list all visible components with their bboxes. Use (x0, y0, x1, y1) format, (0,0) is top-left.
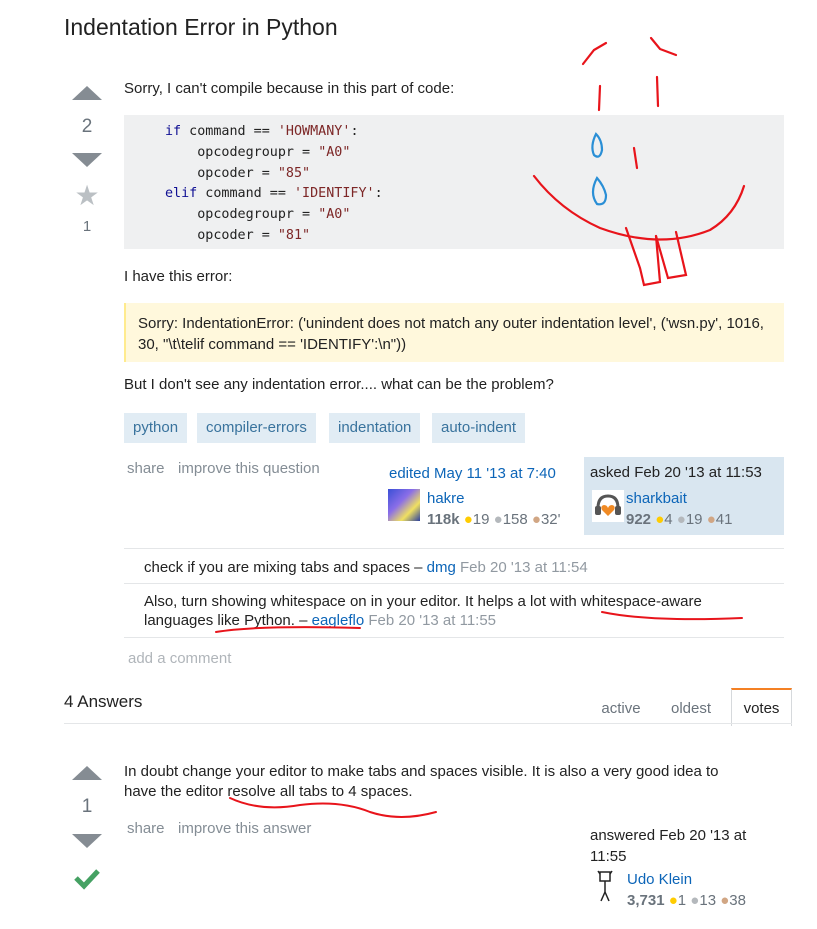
question-closing: But I don't see any indentation error...… (124, 376, 554, 393)
answered-timestamp-line1[interactable]: answered Feb 20 '13 at (590, 825, 746, 846)
comment-divider (124, 583, 784, 584)
tab-votes-label: votes (743, 700, 780, 717)
improve-answer-link[interactable]: improve this answer (178, 820, 311, 837)
tag-indentation[interactable]: indentation (329, 413, 421, 443)
comment-item: check if you are mixing tabs and spaces … (144, 558, 588, 577)
comment-date[interactable]: Feb 20 '13 at 11:55 (368, 612, 496, 629)
bronze-badge-icon: ● (706, 511, 716, 528)
asked-timestamp[interactable]: asked Feb 20 '13 at 11:53 (590, 464, 762, 481)
editor-avatar[interactable] (388, 489, 420, 521)
editor-name[interactable]: hakre (427, 490, 465, 507)
comment-user[interactable]: eagleflo (312, 612, 365, 629)
drawn-eyebrow-left (581, 41, 608, 66)
answerer-gold-count: 1 (677, 892, 687, 909)
answer-share-link[interactable]: share (127, 820, 165, 837)
editor-rep: 118k ●19 ●158 ●32' (427, 511, 561, 528)
answers-count-heading: 4 Answers (64, 692, 143, 711)
gold-badge-icon: ● (655, 511, 665, 528)
tab-votes-selected[interactable]: votes (731, 688, 792, 726)
asker-rep: 922 ●4 ●19 ●41 (626, 511, 732, 528)
bronze-badge-icon: ● (720, 892, 730, 909)
tag-compiler-errors[interactable]: compiler-errors (197, 413, 316, 443)
comment-item: Also, turn showing whitespace on in your… (144, 592, 702, 630)
answerer-name[interactable]: Udo Klein (627, 871, 692, 888)
editor-silver-count: 158 (502, 511, 528, 528)
favorite-star-icon[interactable]: ★ (72, 182, 102, 210)
answer-upvote-arrow-icon[interactable] (72, 766, 102, 780)
answer-vote-count: 1 (81, 796, 93, 817)
code-line: elif command == 'IDENTIFY': (165, 186, 383, 202)
asker-name[interactable]: sharkbait (626, 490, 687, 507)
favorite-count: 1 (82, 218, 92, 235)
answers-header-divider (64, 723, 792, 724)
answerer-reputation: 3,731 (627, 892, 665, 909)
code-block: if command == 'HOWMANY': opcodegroupr = … (124, 115, 784, 249)
edited-timestamp[interactable]: edited May 11 '13 at 7:40 (389, 465, 556, 482)
checkmark-icon (74, 869, 100, 890)
silver-badge-icon: ● (676, 511, 686, 528)
editor-signature: edited May 11 '13 at 7:40 hakre 118k ●19… (386, 459, 578, 531)
asker-gold-count: 4 (664, 511, 673, 528)
headphones-heart-icon (595, 494, 621, 516)
answered-timestamp-line2[interactable]: 11:55 (590, 846, 746, 867)
editor-reputation: 118k (427, 511, 460, 528)
add-comment-link[interactable]: add a comment (128, 650, 231, 667)
comment-text-line2: languages like Python. – (144, 612, 308, 629)
stick-figure-icon (597, 870, 613, 902)
code-line: opcoder = "81" (165, 227, 311, 243)
comment-user[interactable]: dmg (427, 559, 456, 576)
asker-bronze-count: 41 (715, 511, 733, 528)
bronze-badge-icon: ● (531, 511, 541, 528)
editor-gold-count: 19 (472, 511, 490, 528)
asker-avatar[interactable] (592, 490, 624, 522)
comment-date[interactable]: Feb 20 '13 at 11:54 (460, 559, 588, 576)
error-text: Sorry: IndentationError: ('unindent does… (138, 315, 764, 353)
tag-python[interactable]: python (124, 413, 188, 443)
tag-auto-indent[interactable]: auto-indent (432, 413, 526, 443)
comment-divider (124, 637, 784, 638)
code-text: if command == 'HOWMANY': opcodegroupr = … (124, 115, 784, 247)
asker-reputation: 922 (626, 511, 652, 528)
page-title[interactable]: Indentation Error in Python (64, 14, 338, 41)
code-line: opcodegroupr = "A0" (165, 144, 351, 160)
tab-active[interactable]: active (586, 700, 656, 717)
comment-text-line1: Also, turn showing whitespace on in your… (144, 593, 702, 610)
answer-line1: In doubt change your editor to make tabs… (124, 763, 719, 780)
answerer-signature: answered Feb 20 '13 at 11:55 (590, 825, 746, 867)
error-intro: I have this error: (124, 268, 233, 285)
improve-question-link[interactable]: improve this question (178, 460, 320, 477)
tab-oldest[interactable]: oldest (660, 700, 722, 717)
upvote-arrow-icon[interactable] (72, 86, 102, 100)
answer-downvote-arrow-icon[interactable] (72, 834, 102, 848)
drawn-eyebrow-right (649, 36, 678, 57)
answerer-rep: 3,731 ●1 ●13 ●38 (627, 892, 746, 909)
accepted-checkmark-icon (72, 866, 102, 894)
question-vote-count: 2 (81, 116, 93, 137)
share-link[interactable]: share (127, 460, 165, 477)
answerer-avatar[interactable] (592, 870, 620, 902)
code-line: opcodegroupr = "A0" (165, 207, 351, 223)
gold-badge-icon: ● (668, 892, 678, 909)
silver-badge-icon: ● (690, 892, 700, 909)
gold-badge-icon: ● (463, 511, 473, 528)
code-line: if command == 'HOWMANY': (165, 124, 359, 139)
drawn-eye-left (597, 84, 602, 112)
downvote-arrow-icon[interactable] (72, 153, 102, 167)
asker-silver-count: 19 (685, 511, 703, 528)
code-line: opcoder = "85" (165, 165, 311, 181)
asker-signature: asked Feb 20 '13 at 11:53 sharkbait 922 … (584, 457, 784, 535)
comment-text: check if you are mixing tabs and spaces … (144, 559, 423, 576)
question-intro: Sorry, I can't compile because in this p… (124, 80, 455, 97)
answer-line2: have the editor resolve all tabs to 4 sp… (124, 783, 413, 800)
editor-bronze-count: 32' (540, 511, 561, 528)
drawn-eye-right (655, 75, 660, 108)
error-blockquote: Sorry: IndentationError: ('unindent does… (124, 303, 784, 362)
answerer-silver-count: 13 (699, 892, 717, 909)
comments-divider (124, 548, 784, 549)
answer-body: In doubt change your editor to make tabs… (124, 762, 719, 802)
silver-badge-icon: ● (493, 511, 503, 528)
answerer-bronze-count: 38 (729, 892, 746, 909)
